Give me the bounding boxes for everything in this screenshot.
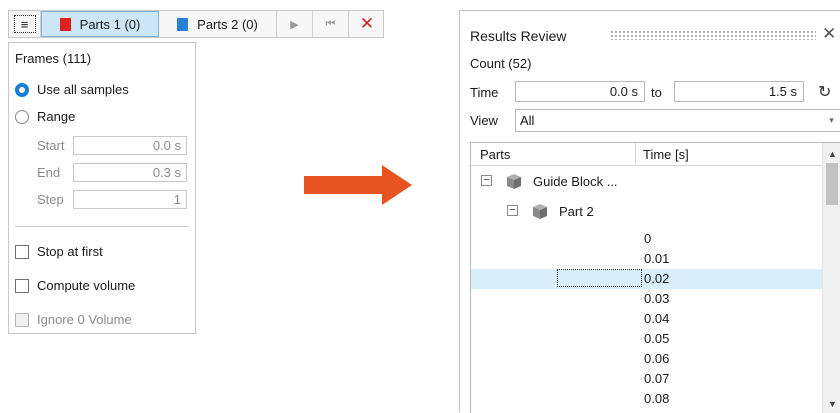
skip-to-start-icon: ⏮ [325, 17, 336, 30]
step-label: Step [37, 192, 64, 207]
part-cube-icon [533, 204, 547, 219]
focus-rectangle [557, 269, 642, 287]
time-to-field[interactable]: 1.5 s [674, 81, 804, 102]
results-review-title: Results Review [470, 28, 567, 44]
table-row[interactable]: 0.01 [471, 249, 822, 269]
collapse-root-icon[interactable]: − [481, 175, 492, 186]
table-row[interactable]: 0.05 [471, 329, 822, 349]
blue-part-set-icon [177, 17, 189, 31]
ignore-zero-volume-checkbox[interactable] [15, 313, 29, 327]
time-value: 0.03 [644, 291, 670, 306]
tree-child-label[interactable]: Part 2 [559, 204, 594, 219]
close-icon: ✕ [359, 14, 375, 33]
time-value: 0.04 [644, 311, 670, 326]
transition-arrow [304, 176, 384, 194]
time-value: 0 [644, 231, 652, 246]
use-all-samples-label: Use all samples [37, 82, 129, 97]
drag-grip[interactable] [610, 30, 816, 40]
reset-icon[interactable]: ↻ [818, 82, 831, 102]
tab-parts-2[interactable]: Parts 2 (0) [159, 11, 277, 37]
time-value: 0.01 [644, 251, 670, 266]
column-header-parts[interactable]: Parts [480, 147, 510, 162]
compute-volume-label: Compute volume [37, 278, 136, 293]
table-row[interactable]: 0.07 [471, 369, 822, 389]
count-label: Count (52) [470, 56, 532, 71]
play-icon: ▶ [290, 18, 299, 31]
column-header-time[interactable]: Time [s] [643, 147, 689, 162]
results-review-panel: Results Review ✕ Count (52) Time 0.0 s t… [459, 10, 840, 413]
view-select-value: All [520, 113, 535, 128]
results-grid: Parts Time [s] − Guide Block ... − Part … [470, 142, 840, 413]
scroll-thumb[interactable] [826, 163, 838, 205]
first-frame-button[interactable]: ⏮ [313, 11, 349, 37]
time-value: 0.07 [644, 371, 670, 386]
step-field[interactable]: 1 [73, 190, 187, 209]
time-value: 0.05 [644, 331, 670, 346]
compute-volume-checkbox[interactable] [15, 279, 29, 293]
time-value: 0.08 [644, 391, 670, 406]
part-cube-icon [507, 174, 521, 189]
frames-toolbar: ≡ Parts 1 (0) Parts 2 (0) ▶ ⏮ ✕ [8, 10, 384, 38]
chevron-down-icon: ▾ [829, 115, 834, 125]
tab-parts-2-label: Parts 2 (0) [197, 16, 258, 32]
end-field[interactable]: 0.3 s [73, 163, 187, 182]
menu-button[interactable]: ≡ [9, 11, 41, 37]
frames-title: Frames (111) [15, 51, 92, 66]
collapse-part-icon[interactable]: − [507, 205, 518, 216]
red-part-set-icon [59, 17, 71, 31]
range-label: Range [37, 109, 76, 124]
time-from-field[interactable]: 0.0 s [515, 81, 645, 102]
start-field[interactable]: 0.0 s [73, 136, 187, 155]
divider [15, 226, 189, 227]
time-label: Time [470, 85, 499, 100]
scroll-down-icon[interactable]: ▼ [823, 395, 840, 412]
to-label: to [651, 85, 662, 100]
results-close-icon[interactable]: ✕ [822, 24, 836, 44]
range-radio[interactable] [15, 110, 29, 124]
table-row[interactable]: 0.03 [471, 289, 822, 309]
stop-at-first-label: Stop at first [37, 244, 103, 259]
close-button[interactable]: ✕ [349, 11, 385, 37]
table-row[interactable]: 0.06 [471, 349, 822, 369]
transition-arrow-head [382, 165, 412, 205]
frames-panel: Frames (111) Use all samples Range Start… [8, 42, 196, 334]
tree-root-label[interactable]: Guide Block ... [533, 174, 618, 189]
table-row[interactable]: 0.08 [471, 389, 822, 409]
tab-parts-1[interactable]: Parts 1 (0) [41, 11, 159, 37]
time-value: 0.06 [644, 351, 670, 366]
use-all-samples-radio[interactable] [15, 83, 29, 97]
grid-header: Parts Time [s] [471, 143, 822, 166]
stop-at-first-checkbox[interactable] [15, 245, 29, 259]
scroll-up-icon[interactable]: ▲ [823, 145, 840, 162]
end-label: End [37, 165, 61, 180]
table-row[interactable]: 0.04 [471, 309, 822, 329]
tab-parts-1-label: Parts 1 (0) [79, 16, 141, 32]
column-separator[interactable] [635, 143, 636, 165]
ignore-zero-volume-label: Ignore 0 Volume [37, 312, 132, 327]
table-row[interactable]: 0 [471, 229, 822, 249]
table-row-selected[interactable]: 0.02 [471, 269, 822, 289]
start-label: Start [37, 138, 65, 153]
play-button[interactable]: ▶ [277, 11, 313, 37]
view-select[interactable]: All ▾ [515, 109, 840, 132]
time-value: 0.02 [644, 271, 670, 286]
hamburger-icon: ≡ [13, 15, 36, 33]
view-label: View [470, 113, 498, 128]
vertical-scrollbar[interactable]: ▲ ▼ [822, 143, 840, 413]
